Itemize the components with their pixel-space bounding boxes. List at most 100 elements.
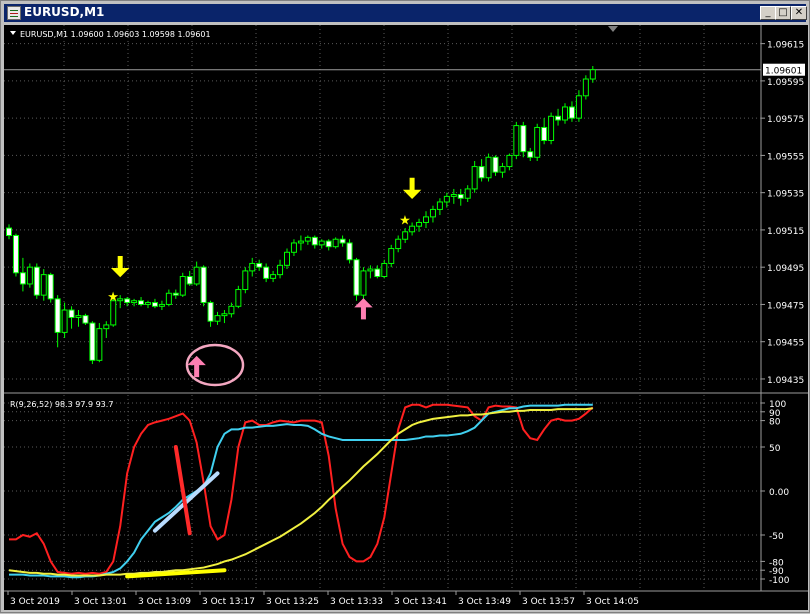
candle-body	[402, 231, 409, 240]
candle-body	[290, 242, 297, 253]
candle-body	[332, 238, 339, 248]
candle-body	[589, 69, 596, 80]
time-tick-label: 3 Oct 13:41	[394, 597, 447, 607]
candle-body	[277, 264, 284, 276]
candle-body	[179, 275, 186, 296]
candle-body	[339, 238, 346, 244]
candle-body	[256, 262, 263, 268]
candle-body	[478, 166, 485, 179]
restore-button[interactable]: □	[775, 6, 791, 20]
candle-body	[228, 305, 235, 315]
candle-body	[89, 322, 96, 361]
window-title: EURUSD,M1	[24, 5, 105, 19]
axes: 1.09615 1.09595 1.09575 1.09555 1.09535 1.095…	[4, 25, 808, 607]
chart-area[interactable]: EURUSD,M1 1.09600 1.09603 1.09598 1.0960…	[4, 25, 808, 610]
candle-body	[568, 106, 575, 119]
candle-body	[186, 275, 193, 285]
candle-body	[145, 302, 151, 305]
candle-body	[346, 242, 353, 261]
time-tick-label: 3 Oct 13:25	[266, 597, 319, 607]
title-bar[interactable]: EURUSD,M1 _ □ ✕	[4, 4, 807, 22]
time-tick-label: 3 Oct 13:01	[74, 597, 127, 607]
indicator-chart[interactable]: R(9,26,52) 98.3 97.9 93.7	[8, 400, 594, 579]
indicator-tick-label: -50	[769, 532, 784, 542]
candle-body	[464, 188, 471, 199]
candle-body	[158, 303, 165, 307]
grid	[4, 25, 761, 591]
candle-body	[311, 236, 318, 246]
candle-body	[381, 262, 388, 277]
candle-body	[6, 227, 12, 237]
candle-body	[429, 208, 436, 218]
candle-body	[520, 125, 527, 153]
candle-body	[284, 251, 290, 266]
candle-body	[457, 194, 464, 199]
candle-body	[270, 274, 277, 279]
time-tick-label: 3 Oct 13:49	[458, 597, 511, 607]
price-tick-label: 1.09475	[767, 301, 804, 311]
time-tick-label: 3 Oct 13:57	[522, 597, 575, 607]
price-chart[interactable]: EURUSD,M1 1.09600 1.09603 1.09598 1.0960…	[4, 30, 761, 378]
candle-body	[555, 115, 562, 121]
indicator-tick-label: 80	[769, 418, 781, 428]
candle-body	[207, 302, 214, 322]
price-tick-label: 1.09555	[767, 152, 804, 162]
candle-body	[68, 309, 75, 318]
current-price-label: 1.09601	[765, 67, 802, 77]
candle-body	[534, 126, 541, 158]
candle-body	[165, 292, 172, 305]
candle-body	[499, 166, 506, 173]
candle-body	[353, 259, 360, 296]
star-icon: ★	[399, 214, 411, 229]
candle-body	[214, 315, 221, 322]
chart-window-icon[interactable]	[7, 6, 21, 20]
candle-body	[138, 300, 145, 305]
candle-body	[436, 201, 443, 210]
candle-body	[575, 95, 582, 119]
chart-svg[interactable]: EURUSD,M1 1.09600 1.09603 1.09598 1.0960…	[4, 25, 808, 610]
time-tick-label: 3 Oct 2019	[10, 597, 60, 607]
candle-body	[541, 126, 548, 142]
indicator-title: R(9,26,52) 98.3 97.9 93.7	[10, 400, 113, 409]
chart-shift-marker[interactable]	[608, 26, 618, 32]
chart-title: EURUSD,M1 1.09600 1.09603 1.09598 1.0960…	[20, 30, 211, 39]
price-tick-label: 1.09535	[767, 190, 804, 200]
candle-body	[82, 315, 89, 324]
candle-body	[506, 154, 513, 168]
price-tick-label: 1.09495	[767, 264, 804, 274]
minimize-button[interactable]: _	[760, 6, 776, 20]
candle-body	[61, 309, 68, 333]
candle-body	[562, 106, 568, 121]
indicator-series-line	[9, 403, 594, 575]
candle-body	[374, 268, 381, 277]
candle-body	[318, 240, 325, 246]
time-tick-label: 3 Oct 13:17	[202, 597, 255, 607]
candle-body	[131, 300, 138, 304]
candle-body	[513, 125, 520, 156]
candle-body	[360, 270, 367, 296]
price-tick-label: 1.09515	[767, 227, 804, 237]
candle-body	[471, 166, 478, 190]
candle-body	[416, 221, 423, 227]
candle-body	[395, 238, 402, 250]
time-tick-label: 3 Oct 13:09	[138, 597, 191, 607]
buy-arrow-icon	[354, 298, 373, 320]
price-tick-label: 1.09615	[767, 41, 804, 51]
candle-body	[172, 292, 179, 296]
chart-window: EURUSD,M1 _ □ ✕ EURUSD,M1 1.09600 1.0960…	[0, 0, 810, 613]
close-button[interactable]: ✕	[791, 6, 807, 20]
candle-body	[450, 194, 457, 197]
candle-body	[325, 240, 332, 248]
candle-body	[47, 274, 54, 300]
indicator-tick-label: -100	[769, 576, 790, 586]
candle-body	[193, 266, 200, 285]
price-tick-label: 1.09595	[767, 78, 804, 88]
candle-body	[103, 324, 110, 330]
candle-body	[235, 289, 242, 307]
candle-body	[19, 272, 26, 285]
sell-arrow-icon	[402, 177, 422, 199]
candle-body	[304, 236, 311, 242]
annotation-stroke	[173, 445, 192, 536]
candle-body	[443, 195, 450, 203]
candle-body	[75, 315, 82, 318]
